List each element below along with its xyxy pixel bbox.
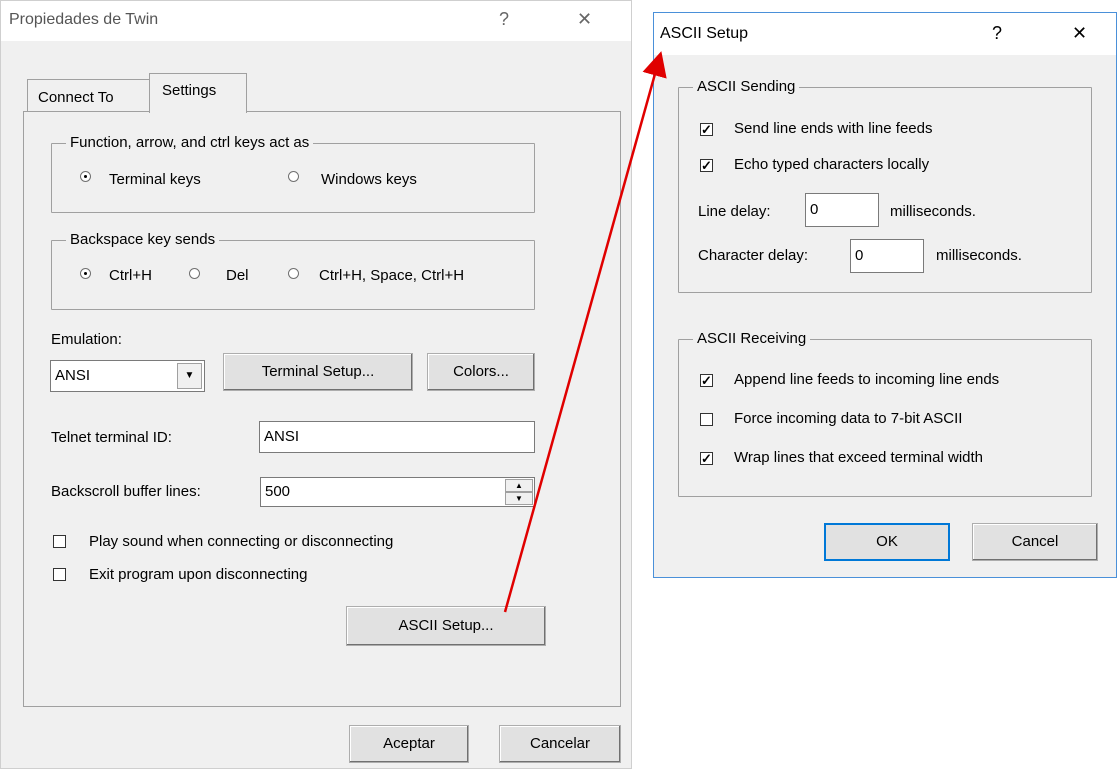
arrow-line bbox=[503, 51, 667, 613]
tab-settings[interactable]: Settings bbox=[149, 73, 247, 113]
tab-label: Settings bbox=[162, 82, 217, 99]
annotation-arrow bbox=[503, 51, 667, 613]
